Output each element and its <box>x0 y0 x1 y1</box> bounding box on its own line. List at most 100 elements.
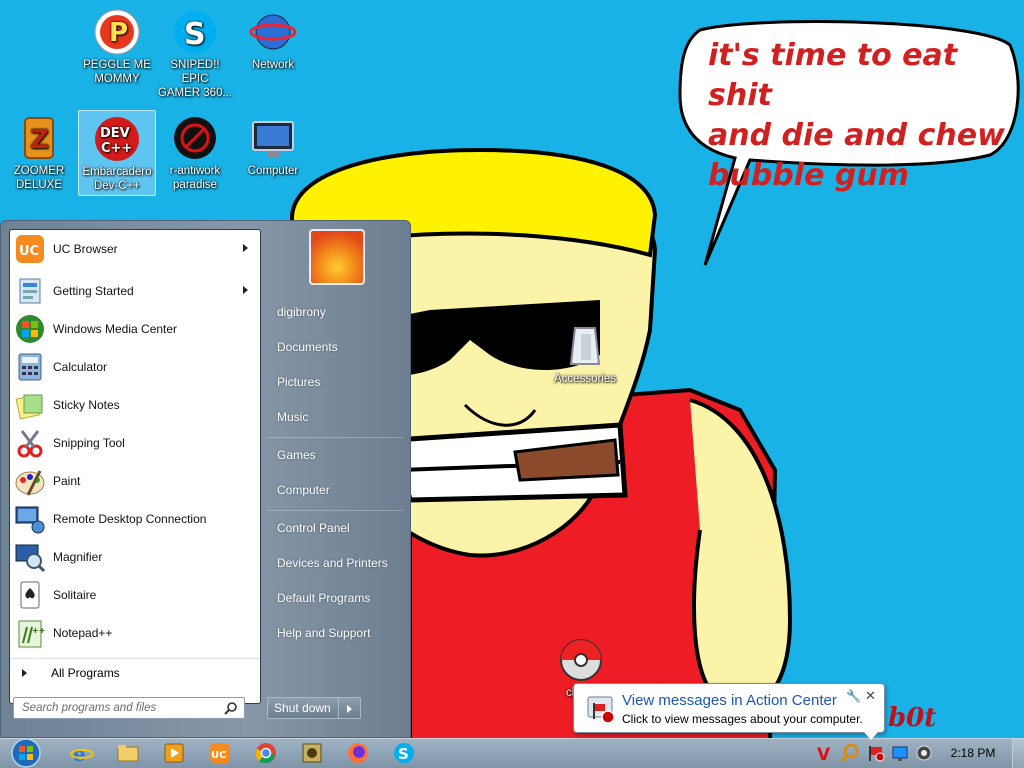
network-tray-icon[interactable] <box>890 743 914 767</box>
pokeball-icon <box>557 636 605 684</box>
search-icon[interactable] <box>224 701 238 715</box>
desktop-icon-network[interactable]: Network <box>234 4 312 90</box>
all-programs-button[interactable]: All Programs <box>10 658 260 686</box>
action-center-icon <box>587 696 615 724</box>
skype-icon: S <box>171 8 219 56</box>
program-calculator[interactable]: Calculator <box>10 348 260 386</box>
program-paint[interactable]: Paint <box>10 462 260 500</box>
start-link-default-programs[interactable]: Default Programs <box>267 583 403 613</box>
shutdown-button[interactable]: Shut down <box>267 697 339 719</box>
computer-icon <box>249 114 297 162</box>
desktop-icon-computer[interactable]: Computer <box>234 110 312 196</box>
program-label: Solitaire <box>53 588 97 602</box>
start-link-user[interactable]: digibrony <box>267 297 403 327</box>
program-magnifier[interactable]: Magnifier <box>10 538 260 576</box>
magnifier-icon <box>15 544 46 573</box>
internet-explorer-icon[interactable]: e <box>70 741 94 765</box>
desktop-icon-label: Dev-C++ <box>93 180 141 192</box>
uc-browser-icon: UC <box>16 235 44 263</box>
svg-text:P: P <box>109 18 128 48</box>
desktop-icon-label: PEGGLE ME <box>83 59 151 71</box>
close-icon[interactable]: ✕ <box>865 688 876 704</box>
show-desktop-button[interactable] <box>1012 739 1024 768</box>
start-divider <box>267 437 403 438</box>
program-windows-media-center[interactable]: Windows Media Center <box>10 310 260 348</box>
desktop-icon-label: Network <box>251 59 295 71</box>
desktop-icon-label: SNIPED!! EPIC <box>170 59 220 85</box>
search-tray-icon[interactable] <box>840 743 864 767</box>
program-label: Windows Media Center <box>53 322 178 336</box>
program-label: Calculator <box>53 360 108 374</box>
user-avatar[interactable] <box>309 229 365 285</box>
program-getting-started[interactable]: Getting Started <box>10 272 260 310</box>
firefox-icon[interactable] <box>346 741 370 765</box>
start-link-computer[interactable]: Computer <box>267 475 403 505</box>
notification-subtitle: Click to view messages about your comput… <box>622 712 863 726</box>
desktop-icon-zoomer[interactable]: Z ZOOMER DELUXE <box>0 110 78 196</box>
uc-browser-icon[interactable]: UC <box>208 741 232 765</box>
desktop-icon-label: paradise <box>172 179 218 191</box>
chrome-icon[interactable] <box>254 741 278 765</box>
all-programs-arrow-icon <box>22 668 27 677</box>
program-sticky-notes[interactable]: Sticky Notes <box>10 386 260 424</box>
v-tray-icon[interactable]: V <box>814 743 838 767</box>
game-icon[interactable] <box>300 741 324 765</box>
desktop-icon-antiwork[interactable]: r-antiwork paradise <box>156 110 234 196</box>
svg-text:S: S <box>184 17 206 52</box>
notification-title: View messages in Action Center <box>622 692 837 709</box>
start-link-control-panel[interactable]: Control Panel <box>267 513 403 543</box>
skype-icon[interactable]: S <box>392 741 416 765</box>
svg-text:e: e <box>73 742 86 765</box>
start-divider <box>267 510 403 511</box>
action-center-flag-icon[interactable] <box>866 743 890 767</box>
calculator-icon <box>18 353 42 381</box>
submenu-arrow-icon <box>243 244 248 252</box>
explorer-folder-icon[interactable] <box>116 741 140 765</box>
action-center-notification[interactable]: View messages in Action Center Click to … <box>573 683 885 740</box>
volume-tray-icon[interactable] <box>914 743 938 767</box>
desktop-icon-sniped[interactable]: S SNIPED!! EPIC GAMER 360... <box>156 4 234 99</box>
program-notepad-plus[interactable]: ++ Notepad++ <box>10 614 260 652</box>
program-solitaire[interactable]: Solitaire <box>10 576 260 614</box>
start-button[interactable] <box>6 738 46 768</box>
start-link-pictures[interactable]: Pictures <box>267 367 403 397</box>
program-label: Paint <box>53 474 81 488</box>
svg-text:C++: C++ <box>101 141 132 156</box>
all-programs-label: All Programs <box>51 665 120 680</box>
notepad-plus-icon: ++ <box>18 620 45 648</box>
antiwork-icon <box>171 114 219 162</box>
getting-started-icon <box>19 278 41 304</box>
program-label: Getting Started <box>53 284 134 298</box>
snipping-tool-icon <box>17 430 43 458</box>
shutdown-options-button[interactable] <box>339 697 361 719</box>
start-search-input[interactable]: Search programs and files <box>13 697 245 719</box>
taskbar-clock[interactable]: 2:18 PM <box>940 746 1006 760</box>
chevron-right-icon <box>347 705 352 713</box>
start-link-games[interactable]: Games <box>267 440 403 470</box>
program-label: Remote Desktop Connection <box>53 512 207 526</box>
svg-text:UC: UC <box>211 750 226 761</box>
network-icon <box>249 8 297 56</box>
svg-text:S: S <box>398 745 409 763</box>
svg-text:DEV: DEV <box>100 126 130 141</box>
start-link-devices-printers[interactable]: Devices and Printers <box>267 548 403 578</box>
start-menu-programs-pane: UC UC Browser Getting Started Windows Me… <box>9 229 261 704</box>
desktop-icon-accessories[interactable]: Accessories <box>546 318 624 390</box>
program-snipping-tool[interactable]: Snipping Tool <box>10 424 260 462</box>
start-menu: UC UC Browser Getting Started Windows Me… <box>0 220 411 738</box>
svg-text:V: V <box>817 745 831 765</box>
program-uc-browser[interactable]: UC UC Browser <box>10 230 260 268</box>
desktop-icon-label: ZOOMER <box>13 165 65 177</box>
start-link-music[interactable]: Music <box>267 402 403 432</box>
desktop-icon-peggle[interactable]: P PEGGLE ME MOMMY <box>78 4 156 90</box>
windows-logo-icon <box>11 738 41 768</box>
speech-line: bubble gum <box>708 158 909 193</box>
zoomer-icon: Z <box>15 114 63 162</box>
media-player-icon[interactable] <box>162 741 186 765</box>
start-link-documents[interactable]: Documents <box>267 332 403 362</box>
program-remote-desktop[interactable]: Remote Desktop Connection <box>10 500 260 538</box>
start-link-help-support[interactable]: Help and Support <box>267 618 403 648</box>
devcpp-icon: DEV C++ <box>93 115 141 163</box>
wrench-icon[interactable]: 🔧 <box>846 689 861 703</box>
desktop-icon-devcpp[interactable]: DEV C++ Embarcadero Dev-C++ <box>78 110 156 196</box>
